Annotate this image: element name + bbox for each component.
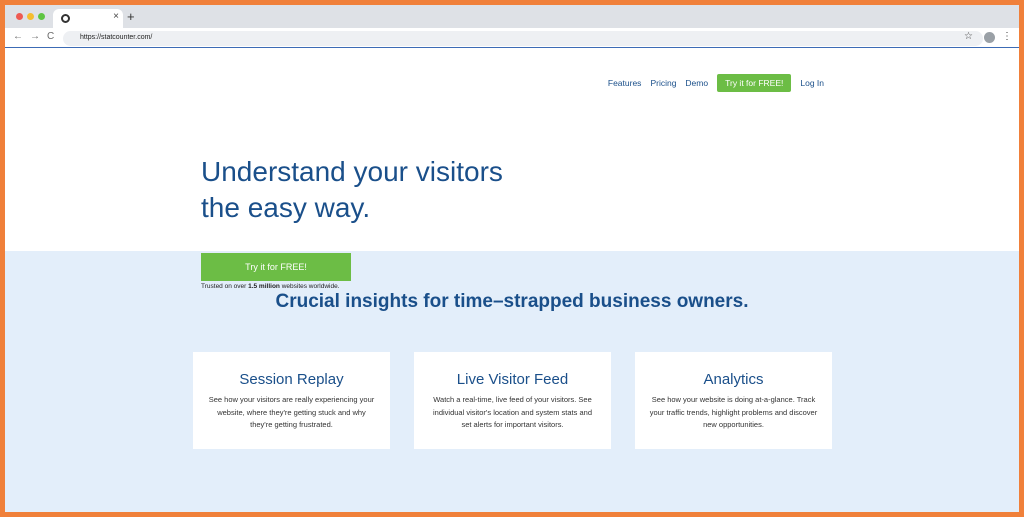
hero-headline: Understand your visitors the easy way. (201, 154, 621, 226)
hero-try-free-button[interactable]: Try it for FREE! (201, 253, 351, 281)
feature-card-live-visitor-feed[interactable]: Live Visitor Feed Watch a real-time, liv… (414, 352, 611, 449)
new-tab-button[interactable]: + (127, 9, 135, 24)
address-bar-url: https://statcounter.com/ (80, 34, 153, 41)
feature-card-title: Analytics (703, 371, 764, 388)
hero-headline-line2: the easy way. (201, 192, 371, 223)
tab-strip: × + (5, 5, 1019, 28)
trusted-prefix: Trusted on over (201, 283, 249, 290)
insights-section: Try it for FREE! Trusted on over 1.5 mil… (5, 251, 1019, 512)
web-page: Features Pricing Demo Try it for FREE! L… (5, 48, 1019, 512)
feature-card-body: Watch a real-time, live feed of your vis… (432, 395, 592, 429)
statcounter-favicon-icon (61, 14, 70, 23)
nav-demo-link[interactable]: Demo (685, 78, 708, 88)
feature-card-session-replay[interactable]: Session Replay See how your visitors are… (193, 352, 390, 449)
feature-card-body: See how your website is doing at-a-glanc… (649, 395, 818, 429)
top-nav: Features Pricing Demo Try it for FREE! L… (608, 74, 824, 92)
forward-arrow-icon[interactable]: → (30, 31, 40, 42)
minimize-window-button[interactable] (27, 13, 34, 20)
close-window-button[interactable] (16, 13, 23, 20)
address-bar[interactable]: https://statcounter.com/ (63, 31, 983, 46)
nav-pricing-link[interactable]: Pricing (650, 78, 676, 88)
feature-card-analytics[interactable]: Analytics See how your website is doing … (635, 352, 832, 449)
trusted-suffix: websites worldwide. (279, 283, 340, 290)
trusted-text: Trusted on over 1.5 million websites wor… (201, 283, 340, 290)
bookmark-star-icon[interactable]: ☆ (964, 31, 973, 42)
insights-heading: Crucial insights for time–strapped busin… (275, 291, 749, 312)
feature-cards: Session Replay See how your visitors are… (193, 352, 833, 449)
browser-menu-icon[interactable]: ⋮ (1002, 31, 1012, 42)
nav-features-link[interactable]: Features (608, 78, 642, 88)
hero-section: Features Pricing Demo Try it for FREE! L… (5, 48, 1019, 251)
trusted-count: 1.5 million (248, 283, 280, 290)
browser-toolbar: ← → C https://statcounter.com/ ☆ ⋮ (5, 28, 1019, 48)
back-arrow-icon[interactable]: ← (13, 31, 23, 42)
nav-login-link[interactable]: Log In (800, 78, 824, 88)
feature-card-body: See how your visitors are really experie… (208, 395, 375, 429)
reload-icon[interactable]: C (47, 31, 54, 42)
browser-tab[interactable]: × (53, 9, 123, 28)
feature-card-title: Session Replay (239, 371, 344, 388)
profile-avatar-icon[interactable] (984, 32, 995, 43)
tab-close-icon[interactable]: × (113, 11, 119, 22)
feature-card-title: Live Visitor Feed (456, 371, 569, 388)
browser-window: × + ← → C https://statcounter.com/ ☆ ⋮ F… (5, 5, 1019, 512)
nav-try-free-button[interactable]: Try it for FREE! (717, 74, 792, 92)
maximize-window-button[interactable] (38, 13, 45, 20)
hero-headline-line1: Understand your visitors (201, 156, 503, 187)
